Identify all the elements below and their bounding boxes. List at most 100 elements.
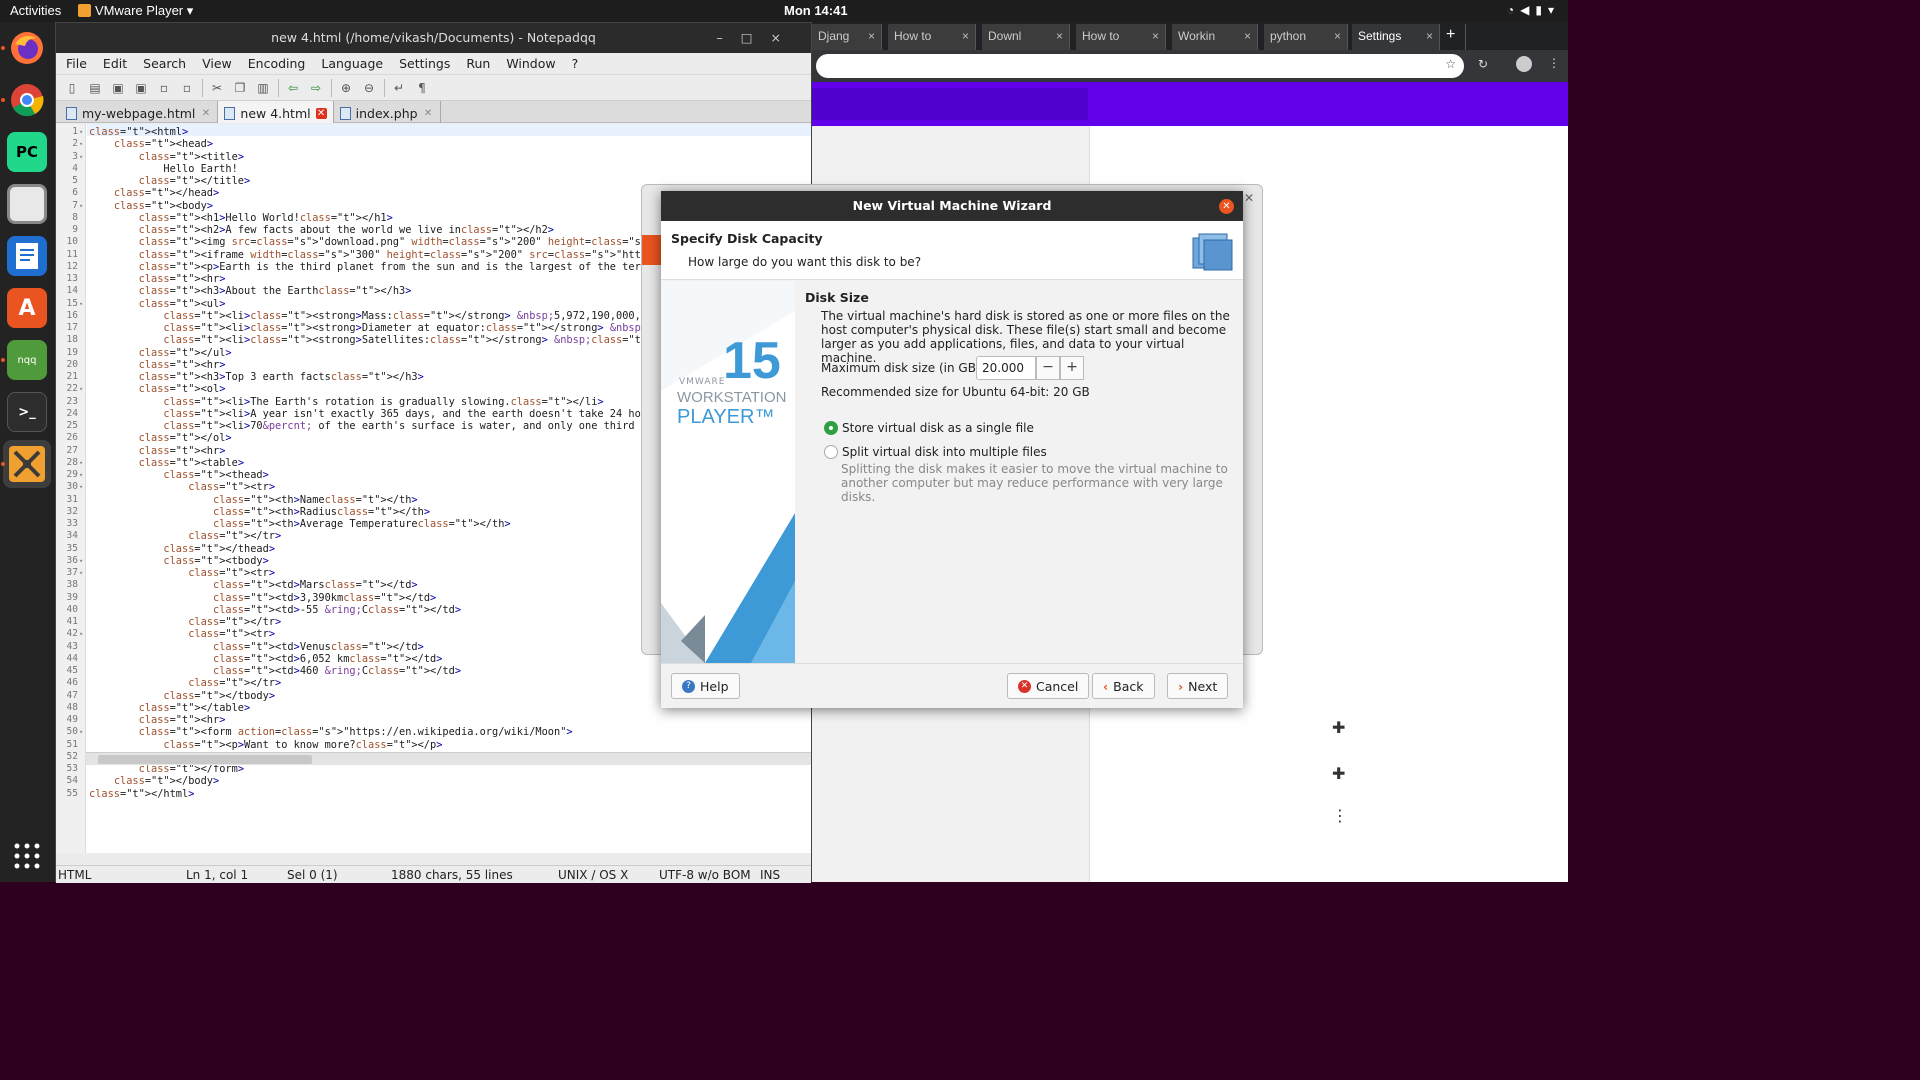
code-line[interactable]: class="t"></tr> (89, 677, 281, 689)
close-icon[interactable]: ✕ (315, 108, 327, 119)
fold-marker-icon[interactable]: ▾ (79, 385, 83, 393)
maximize-icon[interactable]: □ (741, 30, 771, 45)
firefox-icon[interactable] (7, 28, 47, 68)
vmware-icon[interactable] (3, 440, 51, 488)
menu-window[interactable]: Window (506, 56, 555, 71)
avatar[interactable] (1516, 56, 1532, 72)
close-icon[interactable]: × (771, 30, 799, 45)
menu-settings[interactable]: Settings (399, 56, 450, 71)
zoom-out-icon[interactable]: ⊖ (361, 80, 377, 96)
fold-marker-icon[interactable]: ▾ (79, 300, 83, 308)
code-line[interactable]: class="t"></tbody> (89, 690, 275, 702)
code-line[interactable]: class="t"><li>The Earth's rotation is gr… (89, 396, 603, 408)
code-line[interactable]: class="t"><ul> (89, 298, 226, 310)
fold-marker-icon[interactable]: ▾ (79, 483, 83, 491)
code-line[interactable]: class="t"><h1>Hello World!class="t"></h1… (89, 212, 393, 224)
code-line[interactable]: class="t"><thead> (89, 469, 268, 481)
software-center-icon[interactable]: A (7, 288, 47, 328)
code-line[interactable]: class="t"><title> (89, 151, 244, 163)
code-line[interactable]: class="t"><h2>A few facts about the worl… (89, 224, 554, 236)
browser-tab[interactable]: How to × (888, 24, 976, 50)
terminal-icon[interactable]: >_ (7, 392, 47, 432)
star-icon[interactable]: ☆ (1445, 57, 1456, 71)
code-line[interactable]: class="t"></thead> (89, 543, 275, 555)
fold-marker-icon[interactable]: ▾ (79, 569, 83, 577)
undo-icon[interactable]: ⇦ (285, 80, 301, 96)
code-line[interactable]: class="t"><td>460 &ring;Cclass="t"></td> (89, 665, 461, 677)
cancel-button[interactable]: ✕ Cancel (1007, 673, 1090, 699)
close-icon[interactable]: ✕ (1219, 199, 1234, 214)
close-icon[interactable]: × (1426, 29, 1433, 43)
document-tab[interactable]: index.php ✕ (334, 101, 441, 123)
minimize-icon[interactable]: – (716, 30, 740, 45)
save-all-icon[interactable]: ▣ (133, 80, 149, 96)
close-icon[interactable]: × (1244, 29, 1251, 43)
close-icon[interactable]: × (868, 29, 875, 43)
close-icon[interactable]: × (1152, 29, 1159, 43)
fold-marker-icon[interactable]: ▾ (79, 557, 83, 565)
fold-marker-icon[interactable]: ▾ (79, 630, 83, 638)
activities-button[interactable]: Activities (10, 3, 61, 18)
single-file-label[interactable]: Store virtual disk as a single file (842, 421, 1034, 435)
next-button[interactable]: › Next (1167, 673, 1229, 699)
browser-tab[interactable]: Djang × (812, 24, 882, 50)
code-line[interactable]: class="t"><tbody> (89, 555, 268, 567)
browser-tab[interactable]: python × (1264, 24, 1348, 50)
settings-search[interactable] (812, 88, 1088, 120)
save-icon[interactable]: ▣ (110, 80, 126, 96)
code-line[interactable]: class="t"><h3>Top 3 earth factsclass="t"… (89, 371, 424, 383)
scrollbar-thumb[interactable] (98, 755, 312, 764)
code-line[interactable]: class="t"><img src=class="s">"download.p… (89, 236, 691, 248)
show-all-chars-icon[interactable]: ¶ (414, 80, 430, 96)
close-icon[interactable]: ✕ (200, 108, 211, 119)
browser-tab[interactable]: How to × (1076, 24, 1166, 50)
code-line[interactable]: class="t"></head> (89, 187, 219, 199)
menu-edit[interactable]: Edit (103, 56, 127, 71)
close-icon[interactable]: ✕ (1244, 191, 1254, 205)
menu-encoding[interactable]: Encoding (248, 56, 306, 71)
more-icon[interactable]: ⋮ (1548, 56, 1560, 70)
fold-marker-icon[interactable]: ▾ (79, 459, 83, 467)
fold-marker-icon[interactable]: ▾ (79, 728, 83, 736)
code-line[interactable]: class="t"><hr> (89, 273, 226, 285)
code-line[interactable]: class="t"><tr> (89, 567, 275, 579)
code-line[interactable]: class="t"></tr> (89, 616, 281, 628)
code-line[interactable]: class="t"><p>Want to know more?class="t"… (89, 739, 442, 751)
code-line[interactable]: class="t"></tr> (89, 530, 281, 542)
code-line[interactable]: class="t"><tr> (89, 481, 275, 493)
code-line[interactable]: class="t"></html> (89, 788, 194, 800)
fold-marker-icon[interactable]: ▾ (79, 140, 83, 148)
code-line[interactable]: class="t"><th>Nameclass="t"></th> (89, 494, 418, 506)
fold-marker-icon[interactable]: ▾ (79, 471, 83, 479)
back-button[interactable]: ‹ Back (1092, 673, 1155, 699)
fold-marker-icon[interactable]: ▾ (79, 128, 83, 136)
code-line[interactable]: class="t"><td>6,052 kmclass="t"></td> (89, 653, 442, 665)
code-line[interactable]: class="t"><hr> (89, 359, 226, 371)
document-tab[interactable]: my-webpage.html ✕ (60, 101, 219, 123)
code-line[interactable]: class="t"><hr> (89, 445, 226, 457)
increment-button[interactable]: + (1060, 356, 1084, 380)
menu-search[interactable]: Search (143, 56, 186, 71)
more-icon[interactable]: ⋮ (1332, 806, 1348, 825)
paste-icon[interactable]: ▥ (255, 80, 271, 96)
close-icon[interactable]: × (1056, 29, 1063, 43)
browser-tab[interactable]: Downl × (982, 24, 1070, 50)
status-encoding[interactable]: UTF-8 w/o BOM (659, 868, 751, 882)
menu-language[interactable]: Language (321, 56, 383, 71)
close-icon[interactable]: × (962, 29, 969, 43)
redo-icon[interactable]: ⇨ (308, 80, 324, 96)
word-wrap-icon[interactable]: ↵ (391, 80, 407, 96)
files-icon[interactable] (7, 184, 47, 224)
code-line[interactable]: class="t"></ul> (89, 347, 232, 359)
code-line[interactable]: class="t"><td>-55 &ring;Cclass="t"></td> (89, 604, 461, 616)
show-apps-icon[interactable] (7, 836, 47, 876)
code-line[interactable]: class="t"><hr> (89, 714, 226, 726)
code-line[interactable]: class="t"><head> (89, 138, 213, 150)
split-files-label[interactable]: Split virtual disk into multiple files (842, 445, 1047, 459)
code-line[interactable]: class="t"><h3>About the Earthclass="t"><… (89, 285, 412, 297)
notepadqq-icon[interactable]: nqq (7, 340, 47, 380)
code-line[interactable]: class="t"></title> (89, 175, 251, 187)
extension-icon[interactable]: ✚ (1332, 718, 1348, 737)
code-line[interactable]: class="t"><tr> (89, 628, 275, 640)
new-file-icon[interactable]: ▯ (64, 80, 80, 96)
